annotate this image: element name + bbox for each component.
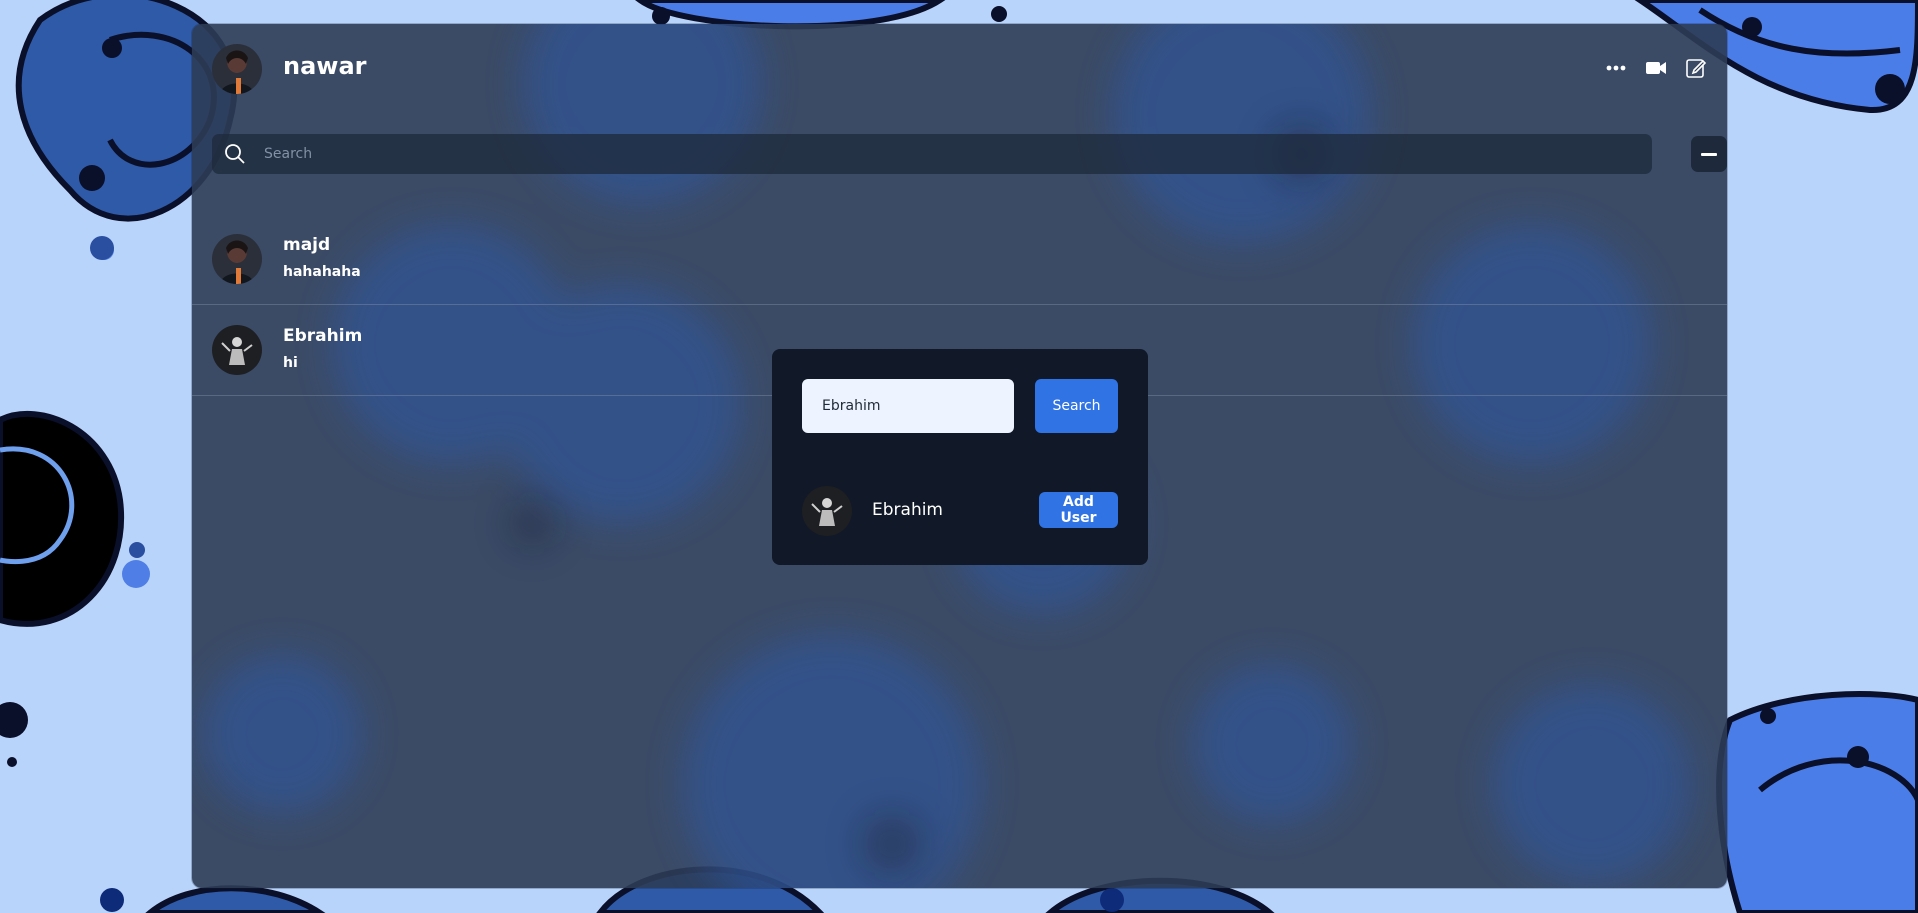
chat-last-message: hahahaha <box>283 264 361 280</box>
chat-list-item[interactable]: majd hahahaha <box>192 214 1727 305</box>
search-bar <box>212 134 1652 174</box>
header-actions <box>1605 57 1707 79</box>
user-search-button[interactable]: Search <box>1035 379 1118 433</box>
search-input[interactable] <box>262 145 1566 163</box>
user-search-field[interactable] <box>802 379 1014 433</box>
result-user-name: Ebrahim <box>872 500 943 520</box>
result-user-avatar <box>802 486 852 536</box>
current-user-avatar[interactable] <box>212 44 262 94</box>
chat-name: majd <box>283 235 331 255</box>
minus-icon <box>1701 152 1717 156</box>
header: nawar <box>212 44 1707 96</box>
chat-name: Ebrahim <box>283 326 363 346</box>
more-options-icon[interactable] <box>1605 57 1627 79</box>
current-username: nawar <box>283 52 367 80</box>
search-icon <box>225 144 245 164</box>
video-call-icon[interactable] <box>1645 57 1667 79</box>
toggle-add-user-button[interactable] <box>1691 136 1727 172</box>
chat-last-message: hi <box>283 355 298 371</box>
search-row <box>212 134 1727 174</box>
edit-compose-icon[interactable] <box>1685 57 1707 79</box>
add-user-button[interactable]: Add User <box>1039 492 1118 528</box>
chat-avatar <box>212 234 262 284</box>
chat-avatar <box>212 325 262 375</box>
add-user-modal: Search Ebrahim Add User <box>772 349 1148 565</box>
